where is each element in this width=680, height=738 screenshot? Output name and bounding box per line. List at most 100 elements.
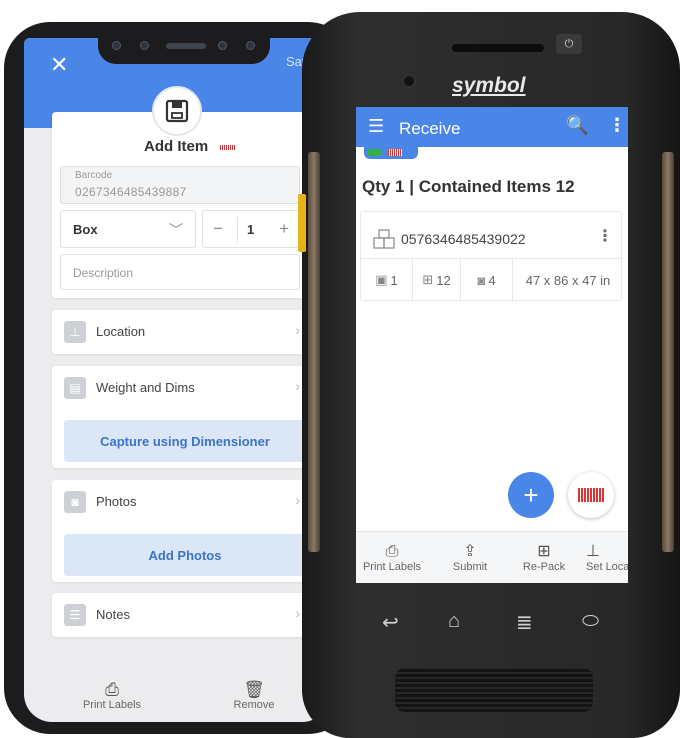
hardware-softkeys: ↩ ⌂ ≣ ⬭ bbox=[356, 600, 628, 644]
side-rail bbox=[308, 152, 320, 552]
barcode-label: Barcode bbox=[75, 170, 113, 181]
divider bbox=[237, 217, 238, 243]
brand-logo: symbol bbox=[452, 74, 526, 97]
trash-icon: 🗑 bbox=[243, 680, 265, 699]
stat-box: ▣ 1 bbox=[361, 259, 413, 301]
nav-label: Re-Pack bbox=[522, 561, 566, 573]
status-tabs bbox=[364, 147, 418, 159]
section-label: Location bbox=[96, 324, 146, 339]
side-rail bbox=[662, 152, 674, 552]
packages-icon: ⊞ bbox=[422, 272, 434, 287]
nav-set-location[interactable]: ⊥ Set Loca bbox=[580, 532, 628, 583]
barcode-value: 0267346485439887 bbox=[75, 185, 187, 199]
barcode-icon bbox=[220, 145, 236, 150]
stat-contained: ⊞ 12 bbox=[413, 259, 461, 301]
package-type-value: Box bbox=[73, 222, 98, 237]
description-input[interactable]: Description bbox=[60, 254, 300, 290]
plus-icon: + bbox=[523, 479, 539, 510]
stat-dimensions: 47 x 86 x 47 in bbox=[513, 259, 623, 301]
barcode-field[interactable]: Barcode 0267346485439887 bbox=[60, 166, 300, 204]
nav-print-labels[interactable]: ⎙ Print Labels bbox=[358, 532, 426, 583]
app-title: Receive bbox=[399, 119, 461, 138]
app-bar: ☰ Receive 🔍 ⋮ bbox=[356, 107, 628, 147]
camera-lens-icon bbox=[140, 41, 149, 50]
stat-value: 4 bbox=[488, 272, 496, 288]
scan-trigger-button[interactable] bbox=[298, 194, 306, 252]
nav-label: Set Loca bbox=[586, 561, 628, 573]
phone-bottom-bar: ⎙ Print Labels 🗑 Remove bbox=[40, 670, 330, 722]
menu-icon[interactable]: ☰ bbox=[368, 116, 384, 137]
scale-icon: ▤ bbox=[64, 377, 86, 399]
nav-label: Submit bbox=[452, 561, 488, 573]
sensor-icon bbox=[246, 41, 255, 50]
box-icon: ▣ bbox=[375, 272, 388, 287]
front-camera bbox=[402, 74, 416, 88]
quantity-stepper[interactable]: − 1 + bbox=[202, 210, 300, 248]
stat-photos: ◙ 4 bbox=[461, 259, 513, 301]
power-button[interactable]: ⏻ bbox=[556, 34, 582, 54]
camera-icon: ◙ bbox=[477, 272, 486, 288]
notes-icon: ☰ bbox=[64, 604, 86, 626]
chevron-right-icon: › bbox=[295, 605, 300, 621]
minus-icon[interactable]: − bbox=[213, 219, 223, 239]
barcode-icon bbox=[578, 488, 604, 502]
search-key-icon[interactable]: ⬭ bbox=[582, 610, 599, 633]
stat-value: 1 bbox=[390, 272, 398, 288]
nav-submit[interactable]: ⇪ Submit bbox=[436, 532, 504, 583]
scan-fab-button[interactable] bbox=[568, 472, 614, 518]
package-type-select[interactable]: Box ﹀ bbox=[60, 210, 196, 248]
battery-icon bbox=[368, 149, 382, 156]
back-icon[interactable]: ↩ bbox=[382, 610, 399, 635]
more-vert-icon[interactable]: ⋮ bbox=[597, 226, 613, 246]
location-icon: ⊥ bbox=[64, 321, 86, 343]
plus-icon[interactable]: + bbox=[279, 219, 289, 239]
location-icon: ⊥ bbox=[586, 543, 600, 560]
item-barcode: 0576346485439022 bbox=[401, 231, 526, 247]
capture-dimensioner-button[interactable]: Capture using Dimensioner bbox=[64, 420, 306, 462]
menu-icon[interactable]: ≣ bbox=[516, 610, 533, 635]
more-vert-icon[interactable]: ⋮ bbox=[608, 115, 626, 136]
section-notes[interactable]: ☰ Notes › bbox=[52, 593, 306, 637]
print-labels-label: Print Labels bbox=[82, 699, 142, 711]
description-placeholder: Description bbox=[73, 266, 134, 280]
sensor-icon bbox=[112, 41, 121, 50]
remove-label: Remove bbox=[233, 699, 275, 711]
barcode-icon bbox=[388, 149, 402, 156]
chevron-right-icon: › bbox=[295, 322, 300, 338]
upload-icon: ⇪ bbox=[463, 543, 477, 560]
repack-icon: ⊞ bbox=[537, 543, 551, 560]
chevron-down-icon: ﹀ bbox=[169, 222, 183, 238]
earpiece-speaker bbox=[166, 43, 206, 49]
close-icon[interactable]: ✕ bbox=[50, 52, 68, 78]
printer-icon: ⎙ bbox=[385, 543, 399, 560]
add-item-card: Add Item Barcode 0267346485439887 Box ﹀ … bbox=[52, 112, 306, 298]
stat-value: 12 bbox=[436, 272, 451, 288]
stat-value: 47 x 86 x 47 in bbox=[525, 272, 611, 288]
top-speaker bbox=[452, 44, 544, 52]
device-screen: ☰ Receive 🔍 ⋮ Qty 1 | Contained Items 12… bbox=[356, 107, 628, 583]
home-icon[interactable]: ⌂ bbox=[448, 610, 460, 633]
section-label: Notes bbox=[96, 607, 130, 622]
quantity-value: 1 bbox=[247, 222, 255, 237]
save-disk-icon bbox=[165, 99, 189, 123]
section-location[interactable]: ⊥ Location › bbox=[52, 310, 306, 354]
nav-repack[interactable]: ⊞ Re-Pack bbox=[510, 532, 578, 583]
camera-icon: ◙ bbox=[64, 491, 86, 513]
add-fab-button[interactable]: + bbox=[508, 472, 554, 518]
section-label: Weight and Dims bbox=[96, 380, 195, 395]
speaker-grille bbox=[395, 668, 593, 712]
bottom-nav: ⎙ Print Labels ⇪ Submit ⊞ Re-Pack ⊥ Set … bbox=[356, 531, 628, 583]
packages-icon bbox=[373, 229, 395, 249]
chevron-right-icon: › bbox=[295, 492, 300, 508]
print-labels-button[interactable]: ⎙ Print Labels bbox=[42, 670, 182, 722]
section-label: Photos bbox=[96, 494, 137, 509]
add-photos-button[interactable]: Add Photos bbox=[64, 534, 306, 576]
phone-notch bbox=[98, 30, 270, 64]
item-avatar bbox=[152, 86, 202, 136]
search-icon[interactable]: 🔍 bbox=[566, 115, 588, 136]
page-title: Add Item bbox=[144, 138, 209, 155]
sensor-icon bbox=[218, 41, 227, 50]
summary-title: Qty 1 | Contained Items 12 bbox=[362, 177, 575, 196]
list-item[interactable]: 0576346485439022 ⋮ ▣ 1 ⊞ 12 ◙ 4 47 x 86 x 4… bbox=[360, 211, 622, 301]
chevron-right-icon: › bbox=[295, 378, 300, 394]
